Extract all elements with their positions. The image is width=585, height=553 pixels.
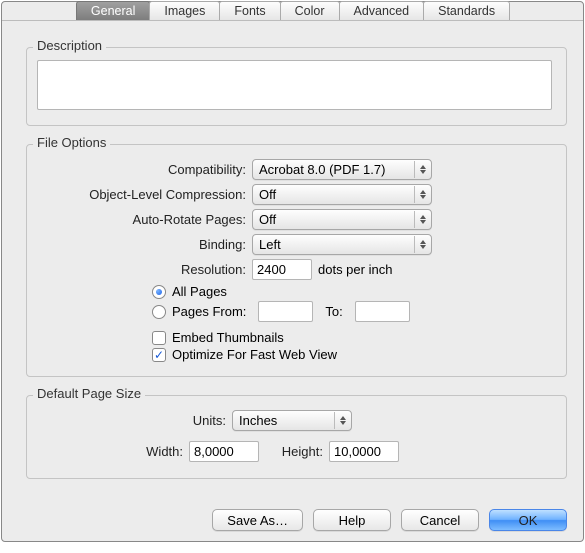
height-input[interactable] (329, 441, 399, 462)
help-button[interactable]: Help (313, 509, 391, 531)
tab-fonts[interactable]: Fonts (219, 1, 280, 20)
resolution-input[interactable] (252, 259, 312, 280)
tab-advanced[interactable]: Advanced (339, 1, 425, 20)
description-group: Description (26, 47, 567, 126)
checkbox-icon: ✓ (152, 348, 166, 362)
description-group-label: Description (33, 38, 106, 53)
auto-rotate-pages-label: Auto-Rotate Pages: (37, 212, 252, 227)
embed-thumbnails-label: Embed Thumbnails (172, 330, 284, 345)
resolution-suffix: dots per inch (318, 262, 392, 277)
tab-standards[interactable]: Standards (423, 1, 510, 20)
object-level-compression-label: Object-Level Compression: (37, 187, 252, 202)
compatibility-select[interactable]: Acrobat 8.0 (PDF 1.7) (252, 159, 432, 180)
tab-images[interactable]: Images (149, 1, 220, 20)
width-label: Width: (37, 444, 189, 459)
save-as-button[interactable]: Save As… (212, 509, 303, 531)
default-page-size-group: Default Page Size Units: Inches Width: H… (26, 395, 567, 479)
resolution-label: Resolution: (37, 262, 252, 277)
all-pages-radio[interactable]: All Pages (152, 284, 556, 299)
optimize-fast-web-label: Optimize For Fast Web View (172, 347, 337, 362)
pages-to-input[interactable] (355, 301, 410, 322)
ok-button[interactable]: OK (489, 509, 567, 531)
tab-color[interactable]: Color (280, 1, 340, 20)
pages-from-input[interactable] (258, 301, 313, 322)
tab-general[interactable]: General (76, 1, 150, 20)
object-level-compression-select[interactable]: Off (252, 184, 432, 205)
tab-panel-general: Description File Options Compatibility: … (2, 20, 583, 553)
file-options-group: File Options Compatibility: Acrobat 8.0 … (26, 144, 567, 377)
units-label: Units: (37, 413, 232, 428)
settings-dialog: General Images Fonts Color Advanced Stan… (1, 1, 584, 542)
width-input[interactable] (189, 441, 259, 462)
binding-label: Binding: (37, 237, 252, 252)
default-page-size-group-label: Default Page Size (33, 386, 145, 401)
auto-rotate-pages-select[interactable]: Off (252, 209, 432, 230)
radio-icon (152, 285, 166, 299)
binding-select[interactable]: Left (252, 234, 432, 255)
pages-from-radio[interactable]: Pages From: To: (152, 301, 556, 322)
dialog-button-row: Save As… Help Cancel OK (212, 509, 567, 531)
radio-icon (152, 305, 166, 319)
optimize-fast-web-checkbox[interactable]: ✓ Optimize For Fast Web View (152, 347, 556, 362)
tab-bar: General Images Fonts Color Advanced Stan… (2, 1, 583, 20)
height-label: Height: (265, 444, 329, 459)
embed-thumbnails-checkbox[interactable]: Embed Thumbnails (152, 330, 556, 345)
description-textarea[interactable] (37, 60, 552, 110)
all-pages-label: All Pages (172, 284, 227, 299)
compatibility-label: Compatibility: (37, 162, 252, 177)
pages-to-label: To: (325, 304, 342, 319)
cancel-button[interactable]: Cancel (401, 509, 479, 531)
units-select[interactable]: Inches (232, 410, 352, 431)
file-options-group-label: File Options (33, 135, 110, 150)
pages-from-label: Pages From: (172, 304, 246, 319)
checkbox-icon (152, 331, 166, 345)
